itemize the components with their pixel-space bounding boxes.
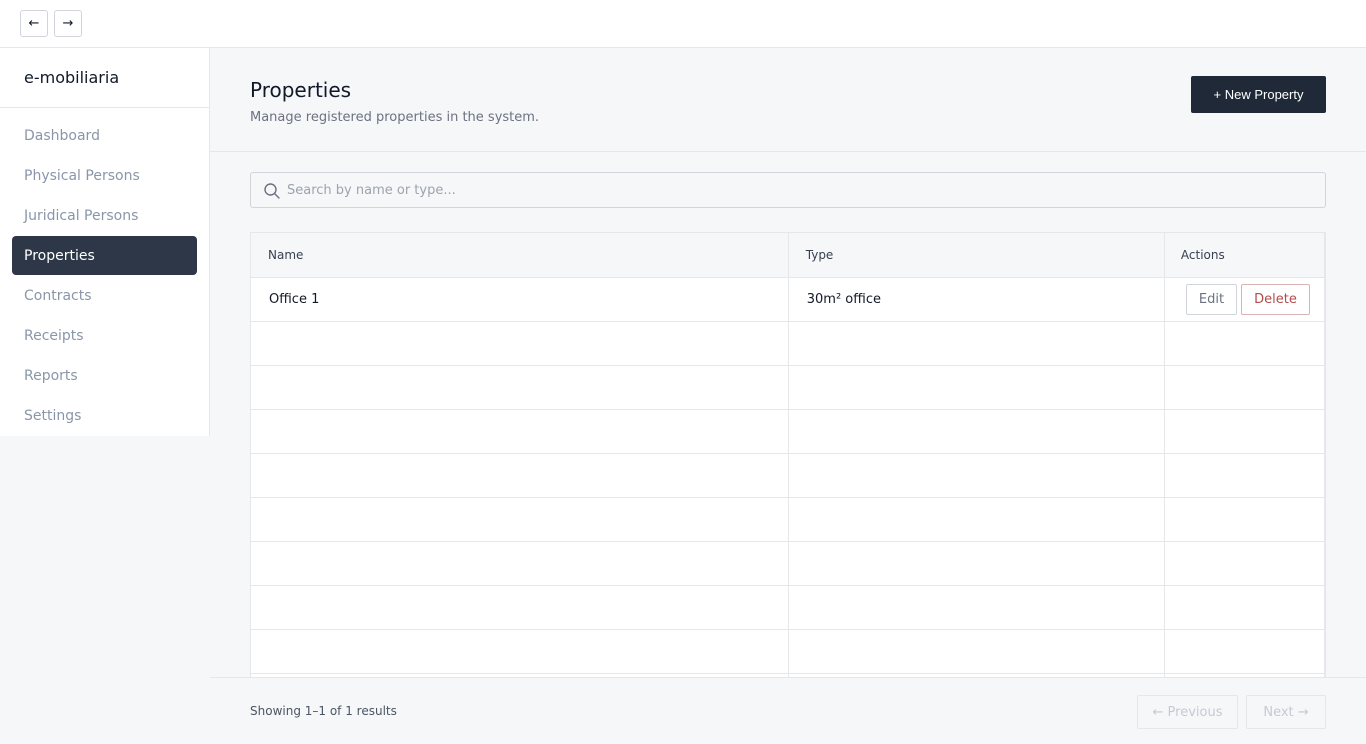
property-name-cell: Office 1 — [251, 276, 789, 321]
next-page-button[interactable]: Next → — [1246, 695, 1326, 729]
results-count: Showing 1–1 of 1 results — [250, 704, 397, 718]
sidebar-item-dashboard[interactable]: Dashboard — [12, 116, 197, 155]
sidebar-item-properties[interactable]: Properties — [12, 236, 197, 275]
empty-row — [251, 320, 1325, 365]
empty-cell — [788, 408, 1165, 453]
empty-cell — [1164, 628, 1325, 673]
empty-cell — [251, 408, 789, 453]
empty-cell — [251, 452, 789, 497]
empty-cell — [788, 496, 1165, 541]
sidebar-nav: Dashboard Physical Persons Juridical Per… — [0, 108, 209, 435]
brand-name: e-mobiliaria — [0, 48, 209, 108]
sidebar-item-label: Reports — [24, 367, 78, 384]
pagination-footer: Showing 1–1 of 1 results ← Previous Next… — [210, 677, 1366, 744]
empty-cell — [788, 584, 1165, 629]
empty-cell — [251, 364, 789, 409]
empty-row — [251, 628, 1325, 673]
sidebar-item-receipts[interactable]: Receipts — [12, 316, 197, 355]
arrow-right-icon: → — [62, 16, 74, 31]
empty-cell — [1164, 496, 1325, 541]
page-subtitle: Manage registered properties in the syst… — [250, 110, 540, 125]
delete-button[interactable]: Delete — [1241, 283, 1310, 315]
properties-table: Name Type Actions Office 1 30m² office E… — [250, 232, 1326, 677]
search-input[interactable] — [287, 173, 1317, 207]
property-type-cell: 30m² office — [788, 276, 1165, 321]
sidebar-item-label: Properties — [24, 247, 95, 264]
column-header-type: Type — [788, 233, 1165, 277]
empty-cell — [251, 628, 789, 673]
actions-cell: Edit Delete — [1164, 276, 1325, 321]
sidebar-item-label: Receipts — [24, 327, 84, 344]
empty-cell — [251, 540, 789, 585]
empty-row — [251, 540, 1325, 585]
sidebar-item-juridical-persons[interactable]: Juridical Persons — [12, 196, 197, 235]
empty-cell — [1164, 540, 1325, 585]
sidebar-item-label: Juridical Persons — [24, 207, 139, 224]
search-icon — [264, 183, 280, 199]
sidebar: e-mobiliaria Dashboard Physical Persons … — [0, 48, 210, 436]
column-header-actions: Actions — [1164, 233, 1325, 277]
empty-cell — [251, 320, 789, 365]
sidebar-item-reports[interactable]: Reports — [12, 356, 197, 395]
empty-cell — [251, 584, 789, 629]
sidebar-item-physical-persons[interactable]: Physical Persons — [12, 156, 197, 195]
empty-cell — [788, 628, 1165, 673]
empty-cell — [1164, 364, 1325, 409]
back-button[interactable]: ← — [20, 10, 48, 37]
forward-button[interactable]: → — [54, 10, 82, 37]
empty-cell — [788, 364, 1165, 409]
search-box — [250, 172, 1326, 208]
empty-row — [251, 496, 1325, 541]
empty-row — [251, 408, 1325, 453]
empty-cell — [1164, 408, 1325, 453]
empty-cell — [1164, 452, 1325, 497]
sidebar-item-label: Physical Persons — [24, 167, 140, 184]
empty-cell — [788, 452, 1165, 497]
arrow-left-icon: ← — [28, 16, 40, 31]
empty-row — [251, 584, 1325, 629]
sidebar-item-label: Contracts — [24, 287, 92, 304]
table-header-row: Name Type Actions — [251, 233, 1325, 277]
table-row: Office 1 30m² office Edit Delete — [251, 276, 1325, 321]
empty-cell — [251, 496, 789, 541]
new-property-button[interactable]: + New Property — [1191, 76, 1326, 113]
top-bar: ← → — [0, 0, 1366, 48]
page-title: Properties — [250, 78, 352, 102]
sidebar-item-contracts[interactable]: Contracts — [12, 276, 197, 315]
empty-cell — [788, 540, 1165, 585]
sidebar-item-settings[interactable]: Settings — [12, 396, 197, 435]
empty-cell — [1164, 584, 1325, 629]
sidebar-item-label: Settings — [24, 407, 82, 424]
previous-page-button[interactable]: ← Previous — [1137, 695, 1238, 729]
edit-button[interactable]: Edit — [1185, 283, 1238, 315]
page-header: Properties Manage registered properties … — [210, 48, 1366, 152]
empty-row — [251, 452, 1325, 497]
empty-cell — [1164, 320, 1325, 365]
sidebar-item-label: Dashboard — [24, 127, 100, 144]
column-header-name: Name — [251, 233, 789, 277]
empty-row — [251, 364, 1325, 409]
empty-cell — [788, 320, 1165, 365]
